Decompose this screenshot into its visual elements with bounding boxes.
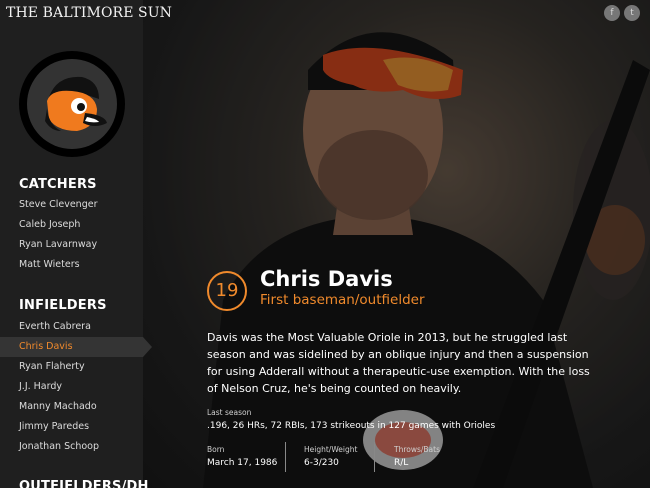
player-bio: Davis was the Most Valuable Oriole in 20… xyxy=(207,331,590,395)
jersey-number: 19 xyxy=(207,271,247,311)
player-position: First baseman/outfielder xyxy=(260,292,425,308)
sidebar-item-jj-hardy[interactable]: J.J. Hardy xyxy=(0,377,143,397)
sidebar-item-jonathan-schoop[interactable]: Jonathan Schoop xyxy=(0,437,143,457)
sidebar-item-manny-machado[interactable]: Manny Machado xyxy=(0,397,143,417)
sidebar-item-jimmy-paredes[interactable]: Jimmy Paredes xyxy=(0,417,143,437)
last-season-value: .196, 26 HRs, 72 RBIs, 173 strikeouts in… xyxy=(207,421,496,431)
sidebar-item-matt-wieters[interactable]: Matt Wieters xyxy=(0,255,143,275)
player-name: Chris Davis xyxy=(260,267,393,291)
born-value: March 17, 1986 xyxy=(207,458,278,468)
height-weight-label: Height/Weight xyxy=(304,445,358,454)
sidebar: THE BALTIMORE SUN CATCHERS Steve Cleveng… xyxy=(0,0,172,488)
sidebar-item-steve-clevenger[interactable]: Steve Clevenger xyxy=(0,195,143,215)
last-season-label: Last season xyxy=(207,408,252,417)
section-catchers: CATCHERS xyxy=(19,177,97,192)
section-infielders: INFIELDERS xyxy=(19,298,107,313)
height-weight-value: 6-3/230 xyxy=(304,458,339,468)
app: f t THE BALTIMORE SUN CATCHERS Steve Cle… xyxy=(0,0,650,488)
sidebar-item-caleb-joseph[interactable]: Caleb Joseph xyxy=(0,215,143,235)
player-card: 19 Chris Davis First baseman/outfielder … xyxy=(143,0,650,488)
orioles-logo xyxy=(19,51,125,157)
stat-divider xyxy=(285,442,286,472)
twitter-icon[interactable]: t xyxy=(624,5,640,21)
throws-bats-value: R/L xyxy=(394,458,409,468)
facebook-icon[interactable]: f xyxy=(604,5,620,21)
sidebar-item-everth-cabrera[interactable]: Everth Cabrera xyxy=(0,317,143,337)
sidebar-item-ryan-lavarnway[interactable]: Ryan Lavarnway xyxy=(0,235,143,255)
section-outfielders-dh: OUTFIELDERS/DH xyxy=(19,479,149,488)
sidebar-item-ryan-flaherty[interactable]: Ryan Flaherty xyxy=(0,357,143,377)
oriole-bird-icon xyxy=(45,76,107,131)
stat-divider xyxy=(374,442,375,472)
throws-bats-label: Throws/Bats xyxy=(394,445,440,454)
sidebar-item-chris-davis[interactable]: Chris Davis xyxy=(0,337,152,357)
born-label: Born xyxy=(207,445,225,454)
